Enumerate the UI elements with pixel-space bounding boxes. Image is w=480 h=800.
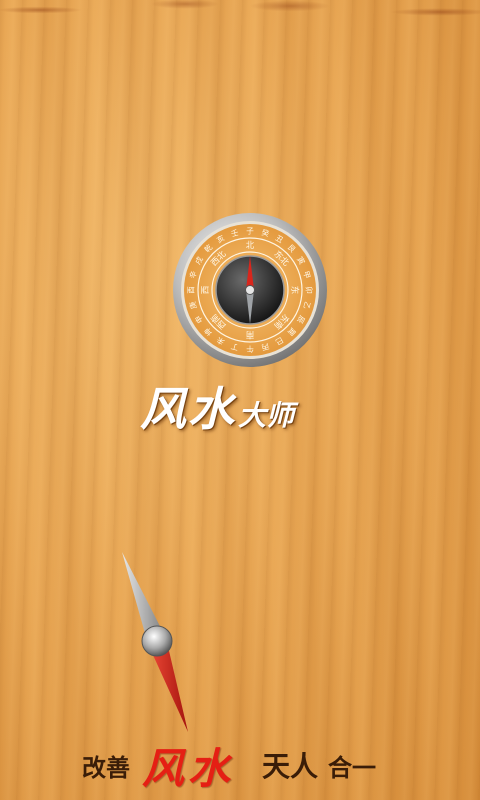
app-title: 风水 大师 — [140, 368, 360, 432]
compass-inner-label-0: 北 — [246, 241, 255, 251]
compass-inner-label-6: 西 — [201, 286, 211, 295]
app-title-small: 大师 — [238, 399, 295, 433]
compass-outer-label-18: 酉 — [187, 286, 196, 294]
compass-outer-label-12: 午 — [246, 344, 254, 354]
slogan-part-2: 风水 — [142, 743, 235, 793]
compass-inner-label-2: 东 — [289, 286, 300, 295]
compass-logo-icon: 子癸丑艮寅甲卯乙辰巽巳丙午丁未坤申庚酉辛戌乾亥壬 北东北东东南南西南西西北 — [173, 213, 327, 367]
compass-inner-label-4: 南 — [246, 329, 255, 340]
top-stain-decoration — [0, 0, 480, 46]
needle-pivot-knob — [141, 625, 173, 657]
slogan-part-1: 改善 — [82, 753, 130, 782]
compass-pivot — [245, 285, 255, 295]
slogan-part-4: 合一 — [328, 753, 377, 782]
slogan-part-3: 天人 — [262, 750, 319, 783]
app-title-big: 风水 — [140, 382, 236, 436]
slogan: 改善 风水 天人 合一 — [82, 742, 412, 793]
compass-outer-label-6: 卯 — [304, 286, 313, 294]
compass-outer-label-0: 子 — [246, 227, 254, 236]
compass-needle-decoration-icon — [122, 552, 188, 732]
splash-screen: 子癸丑艮寅甲卯乙辰巽巳丙午丁未坤申庚酉辛戌乾亥壬 北东北东东南南西南西西北 风水… — [0, 0, 480, 800]
